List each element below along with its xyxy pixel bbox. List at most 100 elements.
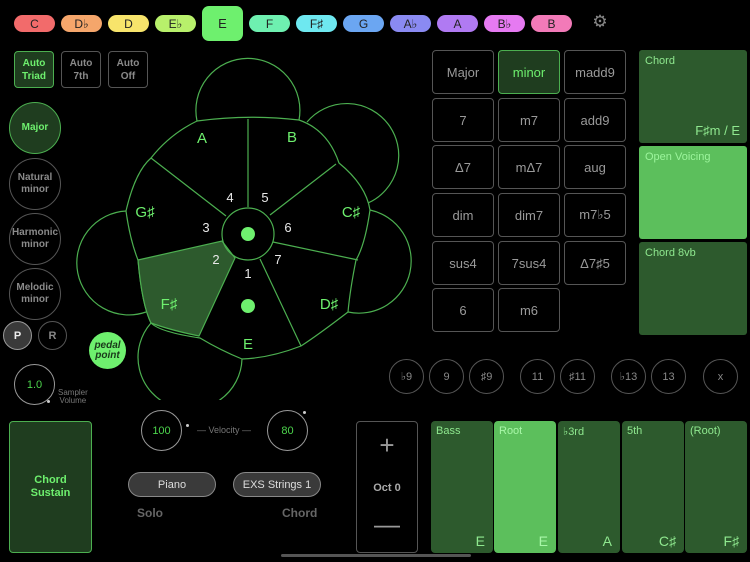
lobe-lower-right[interactable] — [347, 209, 412, 314]
voice-upper-root[interactable]: (Root) F♯ — [685, 421, 747, 553]
tension-sharp9[interactable]: ♯9 — [469, 359, 504, 394]
key-d-flat[interactable]: D♭ — [61, 15, 102, 32]
tension-13[interactable]: 13 — [651, 359, 686, 394]
chord-type-dim7[interactable]: dim7 — [498, 193, 560, 237]
chord-type-m7b5[interactable]: m7♭5 — [564, 193, 626, 237]
voice-5th[interactable]: 5th C♯ — [622, 421, 684, 553]
scale-major-label: Major — [21, 122, 49, 133]
solo-velocity-value: 100 — [152, 424, 171, 437]
chord-type-dim[interactable]: dim — [432, 193, 494, 237]
key-a[interactable]: A — [437, 15, 478, 32]
sampler-volume-knob[interactable]: 1.0 — [14, 364, 55, 405]
scale-harmonic-minor-button[interactable]: Harmonic minor — [9, 213, 61, 265]
chord-type-m-maj7[interactable]: mΔ7 — [498, 145, 560, 189]
tension-flat9[interactable]: ♭9 — [389, 359, 424, 394]
knob-indicator-dot — [303, 411, 306, 414]
key-b-flat[interactable]: B♭ — [484, 15, 525, 32]
voice-root-label: Root — [499, 425, 523, 437]
knob-indicator-dot — [186, 424, 189, 427]
octave-up-button[interactable]: + — [357, 430, 417, 461]
scale-natural-minor-button[interactable]: Natural minor — [9, 158, 61, 210]
key-d[interactable]: D — [108, 15, 149, 32]
segment-g-sharp-label[interactable]: G♯ — [135, 204, 155, 221]
voice-flat3rd[interactable]: ♭3rd A — [558, 421, 620, 553]
chord-type-major[interactable]: Major — [432, 50, 494, 94]
chord-label: Chord — [282, 506, 318, 520]
degree-6: 6 — [284, 220, 291, 235]
auto-triad-line2: Triad — [22, 71, 46, 82]
chord-velocity-knob[interactable]: 80 — [267, 410, 308, 451]
key-g[interactable]: G — [343, 15, 384, 32]
solo-instrument-button[interactable]: Piano — [128, 472, 216, 497]
key-f-sharp[interactable]: F♯ — [296, 15, 337, 32]
key-b[interactable]: B — [531, 15, 572, 32]
chord-type-7sus4[interactable]: 7sus4 — [498, 241, 560, 285]
r-button[interactable]: R — [38, 321, 67, 350]
segment-b-label[interactable]: B — [287, 129, 297, 146]
tension-clear[interactable]: x — [703, 359, 738, 394]
chord-type-maj7[interactable]: Δ7 — [432, 145, 494, 189]
degree-5: 5 — [261, 190, 268, 205]
voice-bass-label: Bass — [436, 425, 461, 437]
chord-type-minor[interactable]: minor — [498, 50, 560, 94]
lobe-left[interactable] — [76, 210, 147, 316]
scale-harmonic-line2: minor — [21, 239, 49, 250]
key-f[interactable]: F — [249, 15, 290, 32]
degree-3: 3 — [202, 220, 209, 235]
voice-bass[interactable]: Bass E — [431, 421, 493, 553]
chord-name-display: F♯m / E — [695, 123, 740, 138]
lobe-top[interactable] — [195, 57, 301, 122]
chord-type-aug[interactable]: aug — [564, 145, 626, 189]
voice-5th-label: 5th — [627, 425, 643, 437]
tension-11[interactable]: 11 — [520, 359, 555, 394]
lobe-upper-right[interactable] — [306, 102, 400, 204]
root-dot — [241, 299, 255, 313]
scale-major-button[interactable]: Major — [9, 102, 61, 154]
tension-sharp11[interactable]: ♯11 — [560, 359, 595, 394]
key-e[interactable]: E — [202, 6, 243, 41]
scale-melodic-minor-button[interactable]: Melodic minor — [9, 268, 61, 320]
solo-label: Solo — [137, 506, 163, 520]
solo-velocity-knob[interactable]: 100 — [141, 410, 189, 451]
segment-c-sharp-label[interactable]: C♯ — [342, 204, 361, 221]
voice-upper-root-note: F♯ — [723, 533, 739, 549]
chord-type-6[interactable]: 6 — [432, 288, 494, 332]
segment-a-label[interactable]: A — [197, 130, 207, 147]
segment-d-sharp-label[interactable]: D♯ — [320, 296, 339, 313]
chord-type-madd9[interactable]: madd9 — [564, 50, 626, 94]
divider-5-6 — [269, 163, 337, 216]
scale-melodic-line2: minor — [21, 294, 49, 305]
voice-root[interactable]: Root E — [494, 421, 556, 553]
sampler-volume-value: 1.0 — [26, 378, 43, 391]
chord-pad[interactable]: Chord F♯m / E — [639, 50, 747, 143]
key-a-flat[interactable]: A♭ — [390, 15, 431, 32]
tension-flat13[interactable]: ♭13 — [611, 359, 646, 394]
key-c[interactable]: C — [14, 15, 55, 32]
segment-e-label[interactable]: E — [243, 336, 253, 353]
chord-type-add9[interactable]: add9 — [564, 98, 626, 142]
chord-wheel: E F♯ G♯ A B C♯ D♯ 1 2 3 4 5 6 7 — [76, 57, 412, 400]
segment-f-sharp-selected[interactable] — [137, 240, 236, 337]
open-voicing-pad[interactable]: Open Voicing — [639, 146, 747, 239]
tension-9[interactable]: 9 — [429, 359, 464, 394]
p-button[interactable]: P — [3, 321, 32, 350]
octave-down-button[interactable]: — — [357, 509, 417, 540]
home-indicator[interactable] — [281, 554, 471, 557]
gear-icon[interactable]: ⚙ — [591, 13, 609, 31]
degree-7: 7 — [274, 252, 281, 267]
segment-f-sharp-label[interactable]: F♯ — [161, 296, 178, 313]
chord-type-7[interactable]: 7 — [432, 98, 494, 142]
scale-melodic-line1: Melodic — [16, 282, 54, 293]
chord-instrument-button[interactable]: EXS Strings 1 — [233, 472, 321, 497]
chord-type-maj7-sharp5[interactable]: Δ7♯5 — [564, 241, 626, 285]
chord-type-m7[interactable]: m7 — [498, 98, 560, 142]
chord-type-m6[interactable]: m6 — [498, 288, 560, 332]
chord-type-sus4[interactable]: sus4 — [432, 241, 494, 285]
center-dot — [241, 227, 255, 241]
auto-triad-button[interactable]: Auto Triad — [14, 51, 54, 88]
chord-8vb-pad[interactable]: Chord 8vb — [639, 242, 747, 335]
key-e-flat[interactable]: E♭ — [155, 15, 196, 32]
scale-harmonic-line1: Harmonic — [11, 227, 59, 238]
voice-5th-note: C♯ — [658, 533, 676, 549]
chord-sustain-button[interactable]: Chord Sustain — [9, 421, 92, 553]
